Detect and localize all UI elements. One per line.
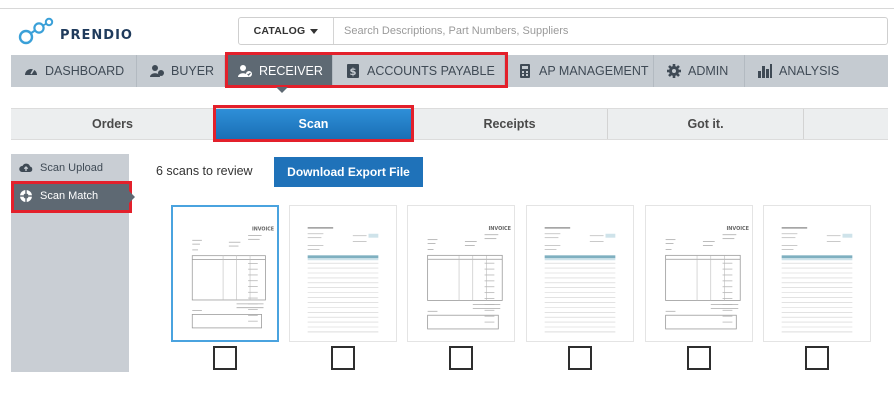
nav-receiver-label: RECEIVER (259, 64, 323, 78)
gear-icon (666, 63, 682, 79)
svg-text:INVOICE: INVOICE (252, 227, 274, 233)
nav-ap-management-label: AP MANAGEMENT (539, 64, 649, 78)
tab-receipts-label: Receipts (483, 117, 536, 131)
nav-accounts-payable[interactable]: $ ACCOUNTS PAYABLE (333, 55, 505, 87)
svg-text:INVOICE: INVOICE (488, 226, 511, 232)
search-input[interactable] (334, 18, 887, 44)
packing-slip-document-preview (544, 227, 616, 333)
sidebar-item-scan-upload-label: Scan Upload (40, 162, 103, 174)
scan-thumbnail[interactable]: INVOICE (407, 205, 515, 342)
tab-orders-label: Orders (92, 117, 133, 131)
nav-active-pointer (276, 87, 288, 93)
nav-analysis-label: ANALYSIS (779, 64, 840, 78)
main-nav: DASHBOARD BUYER RECEIVER $ ACCOUNTS PAYA… (11, 55, 888, 87)
sidebar-item-scan-upload[interactable]: Scan Upload (11, 154, 129, 182)
sidebar-active-pointer (129, 191, 135, 203)
invoice-document-preview: INVOICE (665, 226, 749, 330)
invoice-document-preview: INVOICE (191, 227, 274, 329)
prendio-logo[interactable]: PRENDIO (18, 17, 138, 47)
dashboard-gauge-icon (23, 63, 39, 79)
receiver-user-icon (237, 63, 253, 79)
nav-ap-management[interactable]: AP MANAGEMENT (505, 55, 654, 87)
chevron-down-icon (310, 28, 319, 34)
packing-slip-document-preview (781, 227, 853, 333)
nav-buyer-label: BUYER (171, 64, 215, 78)
download-export-file-button[interactable]: Download Export File (274, 157, 423, 187)
scan-thumbnail[interactable]: INVOICE (645, 205, 753, 342)
search-bar: CATALOG (238, 17, 888, 45)
catalog-dropdown[interactable]: CATALOG (239, 18, 334, 44)
tab-scan[interactable]: Scan (216, 109, 412, 139)
nav-dashboard-label: DASHBOARD (45, 64, 125, 78)
nav-receiver[interactable]: RECEIVER (225, 55, 333, 87)
logo-text: PRENDIO (60, 27, 133, 43)
nav-dashboard[interactable]: DASHBOARD (11, 55, 137, 87)
scan-thumbnail[interactable] (763, 205, 871, 342)
nav-admin[interactable]: ADMIN (654, 55, 745, 87)
scan-select-checkbox[interactable] (687, 346, 711, 370)
sidebar-item-scan-match[interactable]: Scan Match (11, 182, 129, 210)
accounts-payable-dollar-icon: $ (345, 63, 361, 79)
svg-text:$: $ (350, 67, 357, 78)
nav-accounts-payable-label: ACCOUNTS PAYABLE (367, 64, 495, 78)
catalog-label: CATALOG (253, 25, 306, 37)
svg-text:INVOICE: INVOICE (726, 226, 749, 232)
calculator-icon (517, 63, 533, 79)
lifebuoy-icon (19, 189, 33, 203)
buyer-users-icon (149, 63, 165, 79)
tab-orders[interactable]: Orders (11, 109, 215, 139)
scan-select-checkbox[interactable] (449, 346, 473, 370)
scan-count-text: 6 scans to review (156, 164, 253, 178)
header-divider (0, 8, 894, 9)
cloud-upload-icon (19, 161, 33, 175)
app-header: PRENDIO CATALOG (0, 0, 894, 56)
bar-chart-icon (757, 63, 773, 79)
nav-analysis[interactable]: ANALYSIS (745, 55, 845, 87)
scan-select-checkbox[interactable] (805, 346, 829, 370)
scan-select-checkbox[interactable] (568, 346, 592, 370)
scan-thumbnail[interactable] (289, 205, 397, 342)
tab-receipts[interactable]: Receipts (412, 109, 608, 139)
tab-scan-label: Scan (298, 117, 329, 131)
scan-select-checkbox[interactable] (213, 346, 237, 370)
scan-thumbnail[interactable] (526, 205, 634, 342)
scan-sidebar: Scan Upload Scan Match (11, 154, 129, 372)
scan-thumbnail[interactable]: INVOICE (171, 205, 279, 342)
nav-admin-label: ADMIN (688, 64, 729, 78)
invoice-document-preview: INVOICE (427, 226, 511, 330)
sub-tabs: Orders Scan Receipts Got it. (11, 108, 888, 140)
scan-select-checkbox[interactable] (331, 346, 355, 370)
tab-got-it[interactable]: Got it. (608, 109, 804, 139)
tab-got-it-label: Got it. (687, 117, 724, 131)
packing-slip-document-preview (307, 227, 379, 333)
sidebar-item-scan-match-label: Scan Match (40, 190, 99, 202)
logo-molecule-icon (18, 17, 54, 45)
nav-buyer[interactable]: BUYER (137, 55, 225, 87)
